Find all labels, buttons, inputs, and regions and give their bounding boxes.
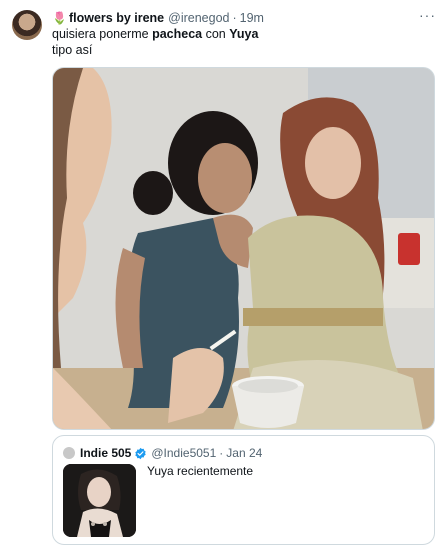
tweet-header: 🌷 flowers by irene @irenegod · 19m [52,10,264,26]
quoted-author-handle: @Indie5051 [151,446,217,460]
more-icon[interactable]: ··· [419,8,436,22]
tweet-text-bold: pacheca [152,27,203,41]
author-display-name[interactable]: flowers by irene [69,11,164,25]
tweet-text-bold: Yuya [229,27,259,41]
quoted-tweet-header: Indie 505 @Indie5051 · Jan 24 [63,446,262,460]
tulip-icon: 🌷 [52,11,67,25]
tweet-text: quisiera ponerme pacheca con Yuya tipo a… [52,26,432,58]
tweet-text-line: tipo así [52,43,93,57]
tweet-timestamp[interactable]: 19m [240,11,264,25]
quoted-author-avatar [63,447,75,459]
separator-dot: · [232,11,237,25]
quoted-photo-illustration [63,464,136,537]
author-avatar[interactable] [12,10,42,40]
quoted-tweet-text: Yuya recientemente [147,464,254,478]
author-handle[interactable]: @irenegod [168,11,229,25]
quoted-author-display-name: Indie 505 [80,446,132,460]
tweet-text-segment: con [202,27,230,41]
tweet[interactable]: 🌷 flowers by irene @irenegod · 19m ··· q… [0,0,448,548]
tweet-text-segment: quisiera ponerme [52,27,153,41]
verified-badge-icon [135,447,147,459]
photo-illustration [53,68,434,429]
separator-dot: · [219,446,224,460]
quoted-tweet-date: Jan 24 [226,446,263,460]
quoted-tweet[interactable]: Indie 505 @Indie5051 · Jan 24 Yuya recie… [52,435,435,545]
tweet-photo[interactable] [52,67,435,430]
quoted-tweet-photo[interactable] [63,464,136,537]
